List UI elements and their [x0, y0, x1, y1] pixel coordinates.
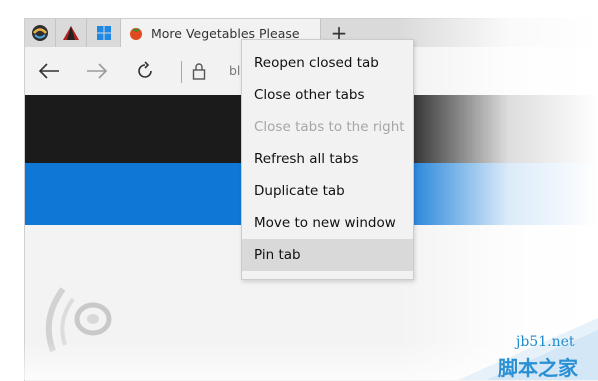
forward-button[interactable]	[75, 47, 119, 95]
site-info-button[interactable]	[177, 47, 221, 95]
menu-pin-tab[interactable]: Pin tab	[242, 239, 413, 271]
menu-duplicate-tab[interactable]: Duplicate tab	[242, 175, 413, 207]
lock-icon	[192, 63, 206, 80]
back-button[interactable]	[27, 47, 71, 95]
red-triangle-icon	[63, 26, 79, 40]
windows-logo-icon	[96, 26, 111, 40]
forward-arrow-icon	[87, 63, 108, 79]
tab-context-menu: Reopen closed tab Close other tabs Close…	[241, 39, 414, 280]
refresh-icon	[138, 61, 152, 78]
edge-swirl-icon	[32, 25, 48, 41]
back-arrow-icon	[38, 63, 59, 79]
tomato-icon	[130, 28, 142, 40]
menu-reopen-closed-tab[interactable]: Reopen closed tab	[242, 47, 413, 79]
watermark-site: jb51.net	[516, 334, 575, 350]
menu-move-new-window[interactable]: Move to new window	[242, 207, 413, 239]
tab-windows[interactable]	[87, 19, 121, 47]
refresh-button[interactable]	[123, 47, 167, 95]
menu-close-other-tabs[interactable]: Close other tabs	[242, 79, 413, 111]
decorative-swirl-icon	[45, 287, 112, 353]
tab-edge[interactable]	[25, 19, 56, 47]
menu-close-tabs-right: Close tabs to the right	[254, 119, 405, 135]
tab-triangle[interactable]	[56, 19, 87, 47]
watermark-name: 脚本之家	[498, 356, 578, 380]
menu-refresh-all-tabs[interactable]: Refresh all tabs	[242, 143, 413, 175]
